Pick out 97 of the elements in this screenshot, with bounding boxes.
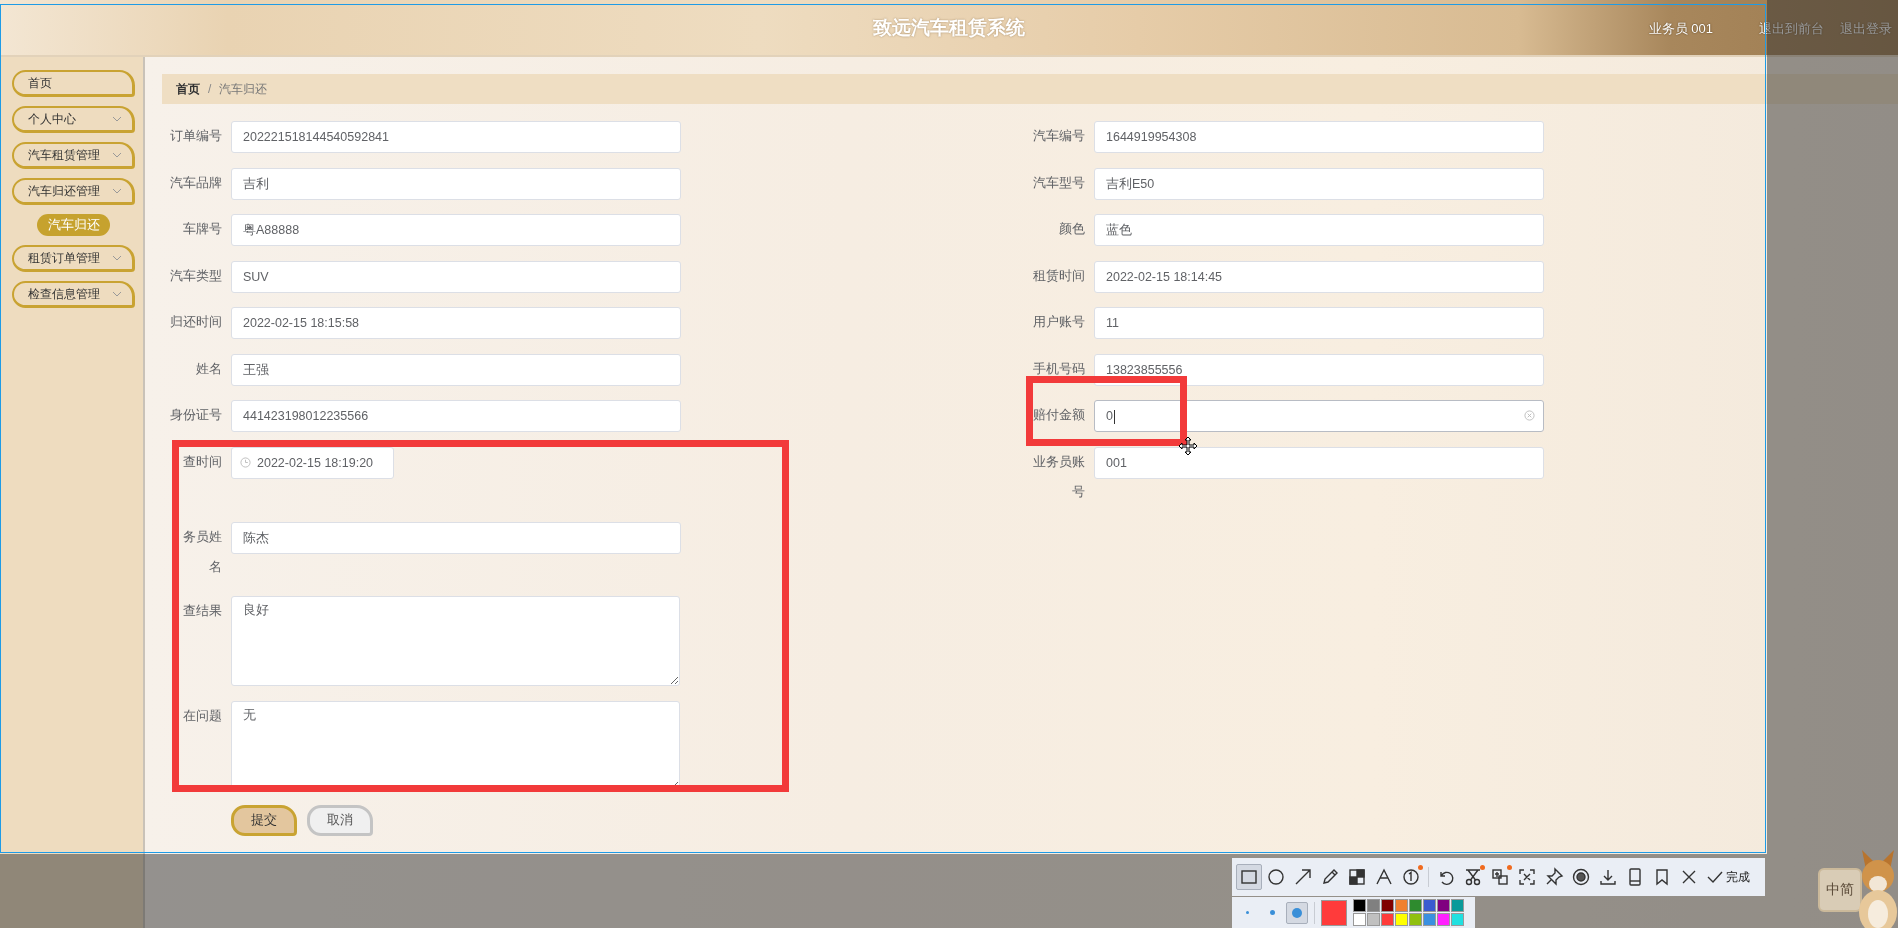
field-label: 汽车品牌 [170, 174, 222, 192]
submit-button[interactable]: 提交 [231, 805, 297, 836]
brush-size-option[interactable] [1286, 901, 1308, 924]
sidebar-item[interactable]: 汽车租赁管理 [12, 142, 135, 169]
field-label: 在问题 [183, 707, 222, 725]
field-label: 手机号码 [1033, 360, 1085, 378]
input-field[interactable]: 0 [1094, 400, 1544, 432]
field-label: 归还时间 [170, 314, 222, 331]
chevron-down-icon [112, 116, 122, 122]
cancel-button[interactable]: 取消 [307, 805, 373, 836]
date-field[interactable]: 2022-02-15 18:19:20 [231, 446, 394, 479]
color-swatch[interactable] [1381, 899, 1394, 912]
input-field[interactable]: 王强 [231, 353, 681, 386]
download-icon [1598, 867, 1618, 887]
breadcrumb-item[interactable]: 汽车归还 [219, 80, 268, 98]
field-label: 业务员账号 [1032, 453, 1085, 501]
chevron-down-icon [112, 152, 122, 158]
input-field[interactable]: 吉利 [231, 167, 681, 200]
move-cursor-icon [1178, 436, 1198, 456]
rectangle-icon [1239, 867, 1259, 887]
sidebar-item[interactable]: 首页 [12, 70, 135, 97]
ime-status-badge[interactable]: 中简 [1818, 868, 1862, 912]
scan-icon [1517, 867, 1537, 887]
color-swatch[interactable] [1353, 899, 1366, 912]
color-swatch[interactable] [1437, 913, 1450, 926]
field-label: 姓名 [196, 360, 222, 378]
color-swatch[interactable] [1367, 899, 1380, 912]
color-swatch[interactable] [1409, 899, 1422, 912]
color-swatch[interactable] [1381, 913, 1394, 926]
input-field[interactable]: 441423198012235566 [231, 400, 681, 432]
color-swatch[interactable] [1451, 899, 1464, 912]
arrow-icon [1293, 867, 1313, 887]
chevron-down-icon [112, 291, 122, 297]
scissors-icon [1463, 867, 1483, 887]
user-label: 业务员 001 [1648, 19, 1713, 38]
color-swatch[interactable] [1353, 913, 1366, 926]
field-label: 租赁时间 [1033, 267, 1085, 285]
date-value: 2022-02-15 18:19:20 [257, 454, 374, 472]
notification-dot [1507, 865, 1512, 870]
textarea-field[interactable]: 良好 [231, 596, 680, 686]
input-field[interactable]: 粤A88888 [231, 214, 681, 246]
circle-icon [1266, 867, 1286, 887]
color-swatch[interactable] [1451, 913, 1464, 926]
field-label: 查时间 [183, 453, 222, 471]
chevron-down-icon [112, 255, 122, 261]
input-field[interactable]: 202221518144540592841 [231, 121, 681, 153]
app-title: 致远汽车租赁系统 [873, 15, 1025, 40]
sidebar-item[interactable]: 检查信息管理 [12, 281, 135, 308]
pencil-icon [1320, 867, 1340, 887]
field-label: 汽车型号 [1033, 174, 1085, 192]
input-field[interactable]: 2022-02-15 18:14:45 [1094, 260, 1544, 293]
input-field[interactable]: 2022-02-15 18:15:58 [231, 307, 681, 339]
field-label: 颜色 [1059, 221, 1085, 238]
input-field[interactable]: 11 [1094, 307, 1544, 339]
color-swatch[interactable] [1437, 899, 1450, 912]
breadcrumb-separator: / [208, 82, 212, 96]
chevron-down-icon [112, 188, 122, 194]
current-color-swatch[interactable] [1321, 899, 1347, 926]
done-button[interactable]: 完成 [1705, 867, 1750, 887]
color-swatch[interactable] [1423, 899, 1436, 912]
sidebar-item[interactable]: 汽车归还管理 [12, 178, 135, 205]
text-cursor [1113, 409, 1115, 424]
breadcrumb-item[interactable]: 首页 [176, 80, 200, 98]
sidebar-item[interactable]: 个人中心 [12, 106, 135, 133]
pin-icon [1544, 867, 1564, 887]
field-label: 身份证号 [170, 407, 222, 424]
field-label: 车牌号 [183, 221, 222, 238]
input-field[interactable]: 1644919954308 [1094, 121, 1544, 153]
color-swatch[interactable] [1367, 913, 1380, 926]
text-icon [1374, 867, 1394, 887]
color-swatch[interactable] [1423, 913, 1436, 926]
color-swatch[interactable] [1409, 913, 1422, 926]
color-swatch[interactable] [1395, 913, 1408, 926]
field-label: 订单编号 [170, 128, 222, 145]
color-swatch[interactable] [1395, 899, 1408, 912]
clock-icon [240, 457, 251, 468]
field-label: 汽车编号 [1033, 128, 1085, 145]
notification-dot [1480, 865, 1485, 870]
notification-dot [1418, 865, 1423, 870]
input-field[interactable]: 13823855556 [1094, 353, 1544, 386]
sidebar-item[interactable]: 租赁订单管理 [12, 245, 135, 272]
input-field[interactable]: 001 [1094, 446, 1544, 479]
record-icon [1571, 867, 1591, 887]
mosaic-icon [1347, 867, 1367, 887]
field-label: 名 [209, 558, 222, 576]
clear-icon[interactable] [1524, 410, 1535, 421]
input-field[interactable]: 陈杰 [231, 521, 681, 554]
input-field[interactable]: SUV [231, 260, 681, 293]
number-icon [1401, 867, 1421, 887]
field-label: 汽车类型 [170, 267, 222, 285]
field-label: 用户账号 [1033, 314, 1085, 331]
field-label: 赔付金额 [1033, 407, 1085, 424]
field-label: 务员姓 [183, 528, 222, 546]
field-label: 查结果 [183, 603, 222, 620]
input-field[interactable]: 蓝色 [1094, 214, 1544, 246]
translate-icon [1490, 867, 1510, 887]
input-field[interactable]: 吉利E50 [1094, 167, 1544, 200]
